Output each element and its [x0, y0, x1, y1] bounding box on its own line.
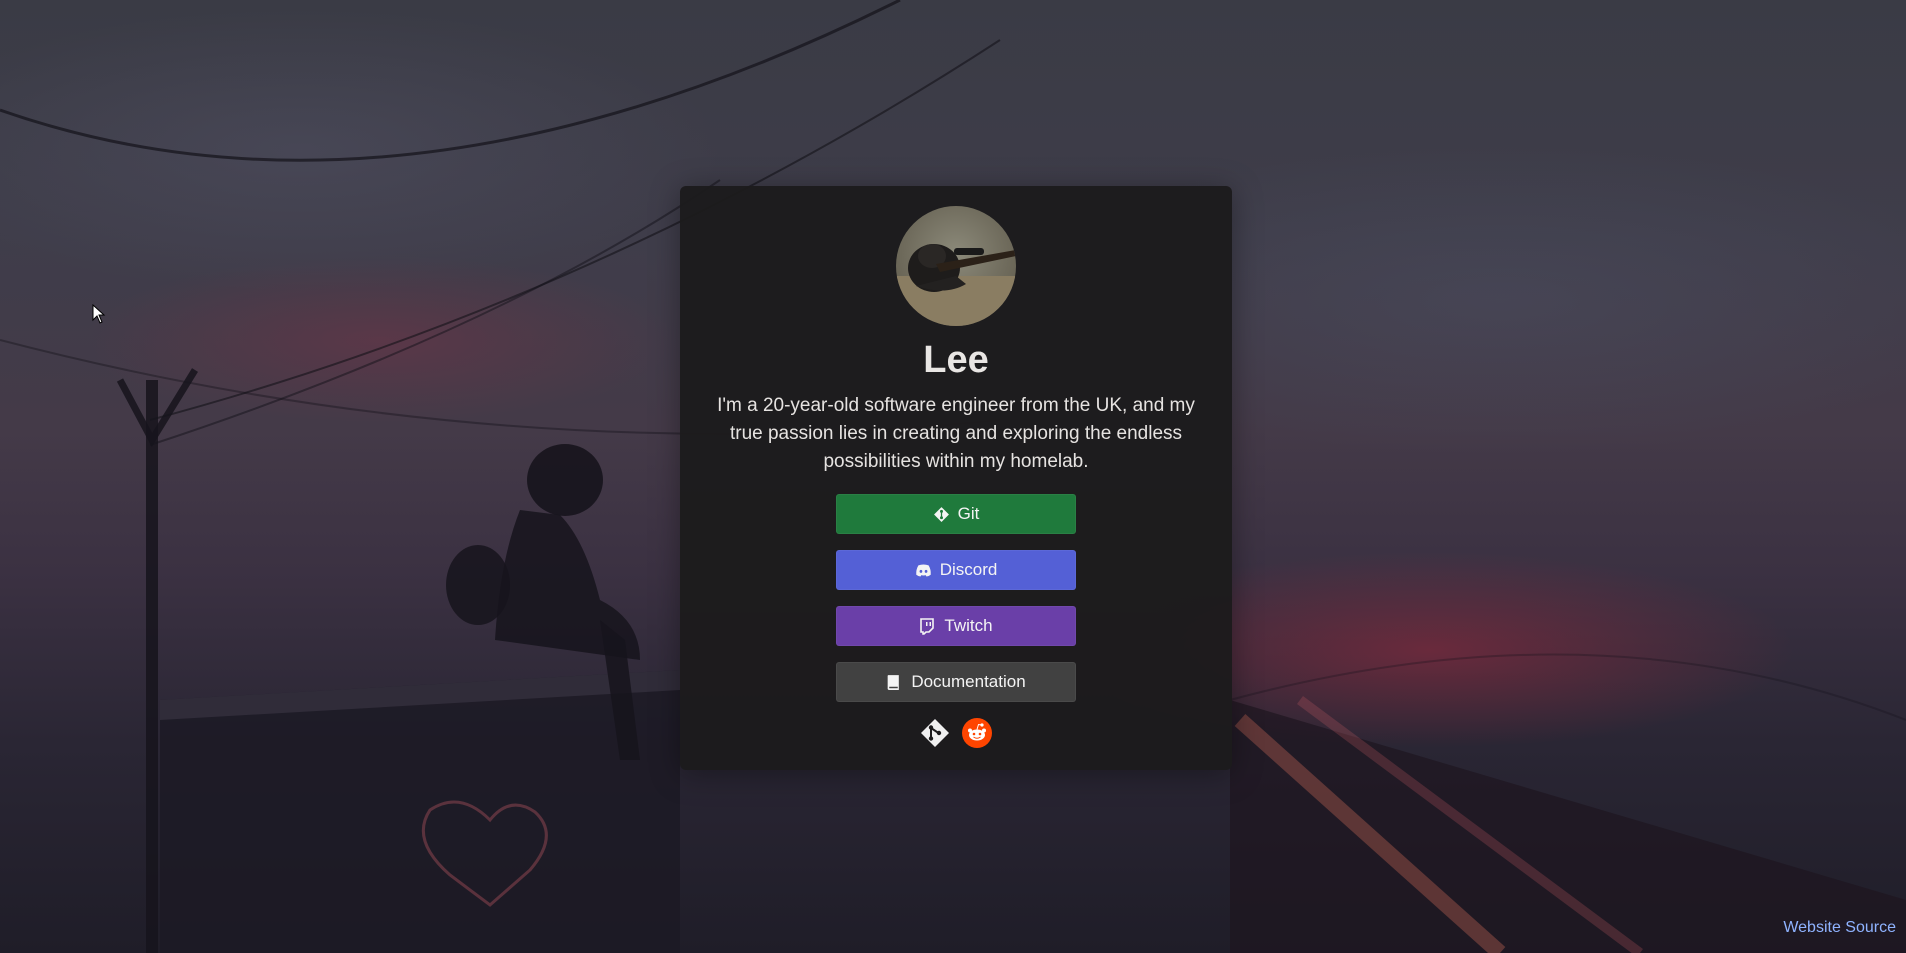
website-source-link[interactable]: Website Source — [1783, 919, 1896, 937]
git-logo-icon[interactable] — [920, 718, 950, 748]
git-button-label: Git — [957, 504, 980, 523]
discord-icon — [915, 562, 932, 579]
reddit-icon[interactable] — [962, 718, 992, 748]
twitch-button[interactable]: Twitch — [836, 606, 1076, 646]
avatar — [896, 206, 1016, 326]
avatar-image — [896, 244, 1016, 326]
mouse-cursor-icon — [92, 303, 106, 328]
git-icon — [933, 506, 950, 523]
git-button[interactable]: Git — [836, 494, 1076, 534]
profile-bio: I'm a 20-year-old software engineer from… — [717, 395, 1195, 472]
social-icons-row — [680, 718, 1232, 748]
profile-name: Lee — [923, 339, 989, 381]
discord-button[interactable]: Discord — [836, 550, 1076, 590]
discord-button-label: Discord — [939, 560, 998, 579]
documentation-button-label: Documentation — [911, 672, 1026, 691]
documentation-button[interactable]: Documentation — [836, 662, 1076, 702]
twitch-button-label: Twitch — [944, 616, 993, 635]
twitch-icon — [919, 617, 936, 635]
book-icon — [886, 674, 903, 691]
profile-card: Lee I'm a 20-year-old software engineer … — [680, 186, 1232, 770]
